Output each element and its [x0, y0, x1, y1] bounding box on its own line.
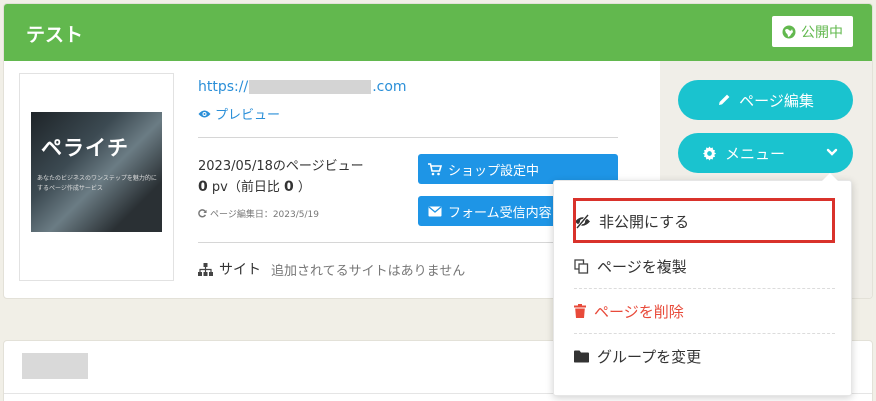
trash-icon [574, 304, 586, 318]
sitemap-icon [198, 262, 213, 276]
globe-icon [782, 25, 796, 39]
site-row: サイト 追加されてるサイトはありません [198, 259, 465, 279]
status-badge[interactable]: 公開中 [772, 16, 853, 47]
menu-item-change-group[interactable]: グループを変更 [574, 334, 835, 378]
url-suffix: .com [372, 79, 407, 95]
preview-label: プレビュー [215, 108, 281, 123]
url-redacted [249, 80, 372, 94]
menu-item-label: グループを変更 [597, 347, 702, 366]
menu-item-label: ページを複製 [597, 257, 687, 276]
thumbnail-image: ペライチ あなたのビジネスのワンステップを魅力的にするページ作成サービス [31, 112, 162, 232]
pageview-date: 2023/05/18のページビュー [198, 159, 364, 174]
cart-icon [428, 162, 442, 176]
edit-page-button[interactable]: ページ編集 [678, 80, 853, 120]
eye-slash-icon [574, 213, 591, 229]
copy-icon [574, 258, 589, 274]
thumbnail-caption: あなたのビジネスのワンステップを魅力的にするページ作成サービス [37, 175, 157, 192]
pv-value: 0 [198, 179, 208, 195]
chevron-down-icon [825, 145, 839, 159]
thumbnail-title: ペライチ [41, 136, 129, 160]
redacted-title [22, 353, 88, 379]
edit-page-label: ページ編集 [739, 91, 814, 110]
divider [198, 137, 618, 138]
menu-item-label: 非公開にする [599, 212, 690, 231]
eye-icon [198, 109, 211, 119]
refresh-icon [198, 209, 207, 218]
url-prefix: https:// [198, 79, 249, 95]
page-thumbnail[interactable]: ペライチ あなたのビジネスのワンステップを魅力的にするページ作成サービス [19, 73, 174, 281]
edit-date: ページ編集日：2023/5/19 [198, 207, 319, 220]
edit-date-label: ページ編集日：2023/5/19 [210, 210, 319, 220]
menu-item-duplicate[interactable]: ページを複製 [574, 244, 835, 288]
envelope-icon [428, 206, 442, 217]
site-note: 追加されてるサイトはありません [271, 263, 466, 279]
page-title: テスト [26, 24, 84, 46]
pencil-icon [717, 93, 731, 107]
card-header: テスト 公開中 [4, 4, 872, 61]
pv-unit-close: ） [293, 180, 311, 195]
menu-label: メニュー [725, 144, 786, 163]
pv-diff: 0 [283, 179, 294, 195]
menu-dropdown: 非公開にする ページを複製 ページを削除 グループを変更 [553, 173, 852, 396]
preview-link[interactable]: プレビュー [198, 104, 280, 123]
pageview-count: 0 pv（前日比 0 ） [198, 176, 311, 195]
status-label: 公開中 [801, 24, 843, 41]
shop-settings-label: ショップ設定中 [448, 163, 540, 179]
form-submissions-label: フォーム受信内容 [448, 205, 552, 221]
menu-button[interactable]: メニュー [678, 133, 853, 173]
gear-icon [702, 145, 717, 161]
site-label: サイト [219, 262, 261, 278]
form-submissions-button[interactable]: フォーム受信内容 [418, 196, 556, 226]
menu-item-delete[interactable]: ページを削除 [574, 289, 835, 333]
folder-icon [574, 350, 589, 363]
page-url-link[interactable]: https:// .com [198, 79, 407, 95]
menu-item-label: ページを削除 [594, 302, 684, 321]
pv-unit-open: pv（前日比 [207, 180, 284, 195]
menu-item-unpublish[interactable]: 非公開にする [574, 199, 835, 243]
